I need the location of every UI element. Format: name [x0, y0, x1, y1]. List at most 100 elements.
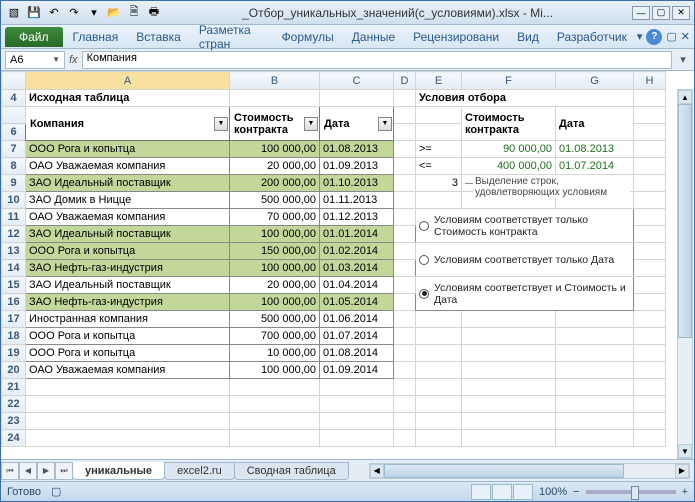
cell[interactable]	[394, 345, 416, 362]
zoom-level[interactable]: 100%	[539, 486, 567, 498]
cond-date[interactable]: 01.08.2013	[556, 141, 634, 158]
cell[interactable]	[394, 141, 416, 158]
cond-blank[interactable]	[416, 107, 462, 124]
cell-cost[interactable]: 100 000,00	[230, 260, 320, 277]
radio-option[interactable]: Условиям соответствует и Стоимость и Дат…	[419, 280, 630, 308]
cell-cost[interactable]: 150 000,00	[230, 243, 320, 260]
cell[interactable]	[462, 328, 556, 345]
cell-company[interactable]: ЗАО Идеальный поставщик	[26, 226, 230, 243]
cond-op[interactable]: >=	[416, 141, 462, 158]
source-title[interactable]: Исходная таблица	[26, 90, 230, 107]
cell[interactable]	[394, 379, 416, 396]
cell-company[interactable]: ООО Рога и копытца	[26, 328, 230, 345]
col-header-A[interactable]: A	[26, 72, 230, 90]
cell[interactable]	[556, 362, 634, 379]
cell[interactable]	[320, 90, 394, 107]
cell-date[interactable]: 01.12.2013	[320, 209, 394, 226]
radio-icon[interactable]	[419, 221, 429, 231]
sheet-tab-2[interactable]: Сводная таблица	[234, 462, 349, 480]
maximize-button[interactable]: ▢	[652, 6, 670, 20]
cell[interactable]	[634, 413, 666, 430]
row-header[interactable]: 16	[2, 294, 26, 311]
cell[interactable]	[634, 107, 666, 124]
cell-cost[interactable]: 10 000,00	[230, 345, 320, 362]
sheet-tab-0[interactable]: уникальные	[72, 462, 165, 480]
cell-date[interactable]: 01.08.2013	[320, 141, 394, 158]
col-header-D[interactable]: D	[394, 72, 416, 90]
cell[interactable]	[394, 158, 416, 175]
cell[interactable]	[556, 379, 634, 396]
zoom-out-icon[interactable]: −	[573, 486, 579, 498]
view-pagebreak-icon[interactable]	[513, 484, 533, 500]
row-header[interactable]: 4	[2, 90, 26, 107]
cell[interactable]	[394, 209, 416, 226]
cell[interactable]	[394, 124, 416, 141]
cell[interactable]	[394, 328, 416, 345]
radio-icon[interactable]	[419, 255, 429, 265]
cell[interactable]	[634, 430, 666, 447]
cell[interactable]	[634, 260, 666, 277]
header-company[interactable]: Компания▼	[26, 107, 230, 141]
cell[interactable]	[320, 396, 394, 413]
cell[interactable]	[230, 379, 320, 396]
cell[interactable]	[394, 90, 416, 107]
cell[interactable]	[394, 311, 416, 328]
qat-more-icon[interactable]: ▾	[85, 4, 103, 22]
sheet-nav-prev-icon[interactable]: ◀	[19, 462, 37, 480]
col-header-C[interactable]: C	[320, 72, 394, 90]
cell[interactable]	[556, 311, 634, 328]
cell[interactable]	[26, 379, 230, 396]
row-header[interactable]: 6	[2, 124, 26, 141]
cell-cost[interactable]: 100 000,00	[230, 294, 320, 311]
cell[interactable]	[416, 328, 462, 345]
macro-record-icon[interactable]: ▢	[51, 485, 61, 498]
col-header-F[interactable]: F	[462, 72, 556, 90]
cell-cost[interactable]: 200 000,00	[230, 175, 320, 192]
row-header[interactable]: 24	[2, 430, 26, 447]
cell-company[interactable]: ООО Рога и копытца	[26, 141, 230, 158]
radio-option[interactable]: Условиям соответствует только Стоимость …	[419, 212, 630, 240]
view-normal-icon[interactable]	[471, 484, 491, 500]
col-header-G[interactable]: G	[556, 72, 634, 90]
excel-icon[interactable]: ▧	[5, 4, 23, 22]
cell-date[interactable]: 01.07.2014	[320, 328, 394, 345]
cell-company[interactable]: ЗАО Нефть-газ-индустрия	[26, 260, 230, 277]
cell[interactable]	[556, 430, 634, 447]
col-header-E[interactable]: E	[416, 72, 462, 90]
cell[interactable]	[634, 396, 666, 413]
cell-date[interactable]: 01.02.2014	[320, 243, 394, 260]
header-cost[interactable]: Стоимость контракта▼	[230, 107, 320, 141]
cell-date[interactable]: 01.09.2014	[320, 362, 394, 379]
redo-icon[interactable]: ↷	[65, 4, 83, 22]
cell[interactable]	[634, 362, 666, 379]
cell[interactable]	[394, 294, 416, 311]
filter-icon[interactable]: ▼	[304, 117, 318, 131]
cell[interactable]	[634, 226, 666, 243]
row-header[interactable]: 13	[2, 243, 26, 260]
row-header[interactable]: 14	[2, 260, 26, 277]
cell[interactable]	[634, 90, 666, 107]
cell[interactable]	[556, 413, 634, 430]
cond-blank[interactable]	[416, 124, 462, 141]
tab-insert[interactable]: Вставка	[128, 27, 189, 47]
scroll-right-icon[interactable]: ▶	[675, 464, 689, 478]
print-icon[interactable]: 🖶	[145, 4, 163, 22]
save-icon[interactable]: 💾	[25, 4, 43, 22]
cell[interactable]	[634, 141, 666, 158]
cell-company[interactable]: ООО Рога и копытца	[26, 345, 230, 362]
name-box[interactable]: A6 ▼	[5, 51, 65, 69]
cell[interactable]	[320, 379, 394, 396]
row-header[interactable]: 10	[2, 192, 26, 209]
cell-company[interactable]: ООО Рога и копытца	[26, 243, 230, 260]
cell[interactable]	[634, 158, 666, 175]
cond-cost[interactable]: 400 000,00	[462, 158, 556, 175]
radio-option[interactable]: Условиям соответствует только Дата	[419, 252, 630, 268]
radio-icon[interactable]	[419, 289, 429, 299]
scroll-left-icon[interactable]: ◀	[370, 464, 384, 478]
cell-cost[interactable]: 700 000,00	[230, 328, 320, 345]
row-header[interactable]: 12	[2, 226, 26, 243]
help-icon[interactable]: ?	[646, 29, 662, 45]
cell-cost[interactable]: 500 000,00	[230, 311, 320, 328]
cell-company[interactable]: ЗАО Нефть-газ-индустрия	[26, 294, 230, 311]
row-header[interactable]: 21	[2, 379, 26, 396]
